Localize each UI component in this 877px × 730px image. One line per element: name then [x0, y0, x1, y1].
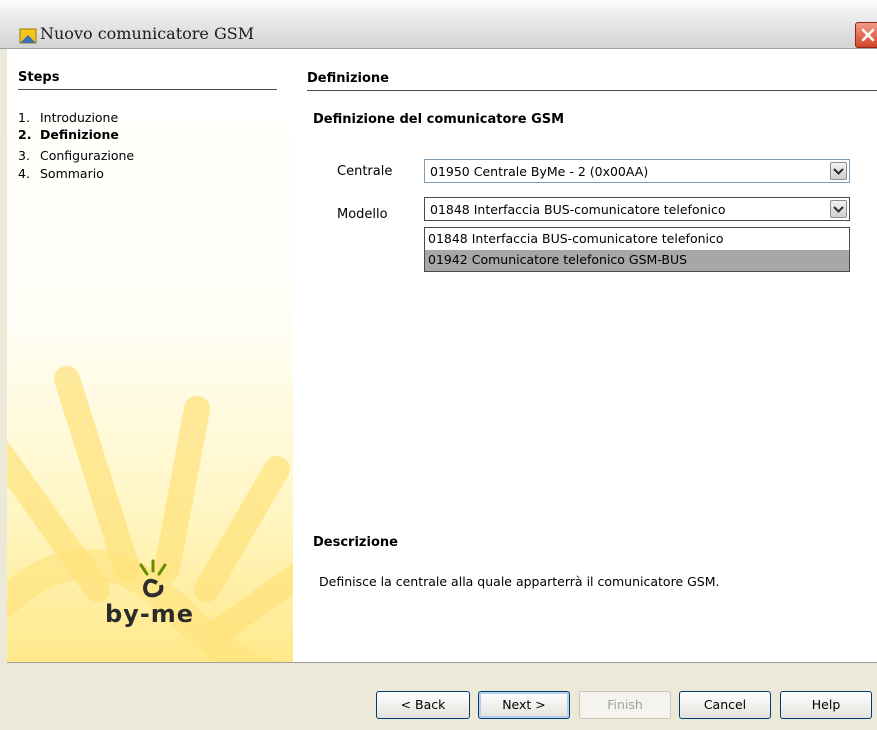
description-title: Descrizione	[313, 535, 398, 550]
modello-value: 01848 Interfaccia BUS-comunicatore telef…	[430, 202, 726, 217]
modello-select[interactable]: 01848 Interfaccia BUS-comunicatore telef…	[424, 197, 850, 221]
byme-logo-text: by-me	[105, 600, 195, 628]
chevron-down-icon	[833, 206, 844, 213]
chevron-down-icon	[833, 168, 844, 175]
description-text: Definisce la centrale alla quale apparte…	[319, 574, 720, 589]
centrale-label: Centrale	[337, 164, 393, 179]
back-button[interactable]: < Back	[376, 691, 470, 719]
steps-panel: Steps 1. Introduzione 2. Definizione 3. Con…	[7, 49, 293, 662]
close-button[interactable]	[855, 22, 877, 48]
byme-sun-icon	[139, 559, 167, 598]
modello-dropdown-list: 01848 Interfaccia BUS-comunicatore telef…	[424, 227, 850, 272]
form-subtitle: Definizione del comunicatore GSM	[313, 112, 565, 127]
next-button[interactable]: Next >	[478, 691, 570, 719]
step-configurazione: 3. Configurazione	[18, 148, 135, 163]
modello-option[interactable]: 01848 Interfaccia BUS-comunicatore telef…	[425, 229, 849, 250]
step-definizione: 2. Definizione	[18, 127, 119, 142]
section-title: Definizione	[307, 71, 389, 86]
step-introduzione: 1. Introduzione	[18, 110, 119, 125]
window-title: Nuovo comunicatore GSM	[40, 24, 255, 43]
close-icon	[861, 28, 875, 42]
content-panel: Definizione Definizione del comunicatore…	[293, 49, 877, 662]
section-divider	[307, 90, 877, 91]
centrale-dropdown-button[interactable]	[830, 162, 847, 180]
title-bar: Nuovo comunicatore GSM	[0, 0, 877, 49]
modello-dropdown-button[interactable]	[830, 200, 847, 218]
steps-divider	[18, 89, 277, 90]
centrale-select[interactable]: 01950 Centrale ByMe - 2 (0x00AA)	[424, 159, 850, 183]
steps-title: Steps	[18, 70, 60, 85]
modello-option-highlighted[interactable]: 01942 Comunicatore telefonico GSM-BUS	[425, 250, 849, 271]
finish-button: Finish	[579, 691, 671, 719]
centrale-value: 01950 Centrale ByMe - 2 (0x00AA)	[430, 164, 649, 179]
step-sommario: 4. Sommario	[18, 166, 104, 181]
cancel-button[interactable]: Cancel	[679, 691, 771, 719]
help-button[interactable]: Help	[780, 691, 872, 719]
app-icon	[19, 28, 37, 44]
modello-label: Modello	[337, 207, 388, 222]
